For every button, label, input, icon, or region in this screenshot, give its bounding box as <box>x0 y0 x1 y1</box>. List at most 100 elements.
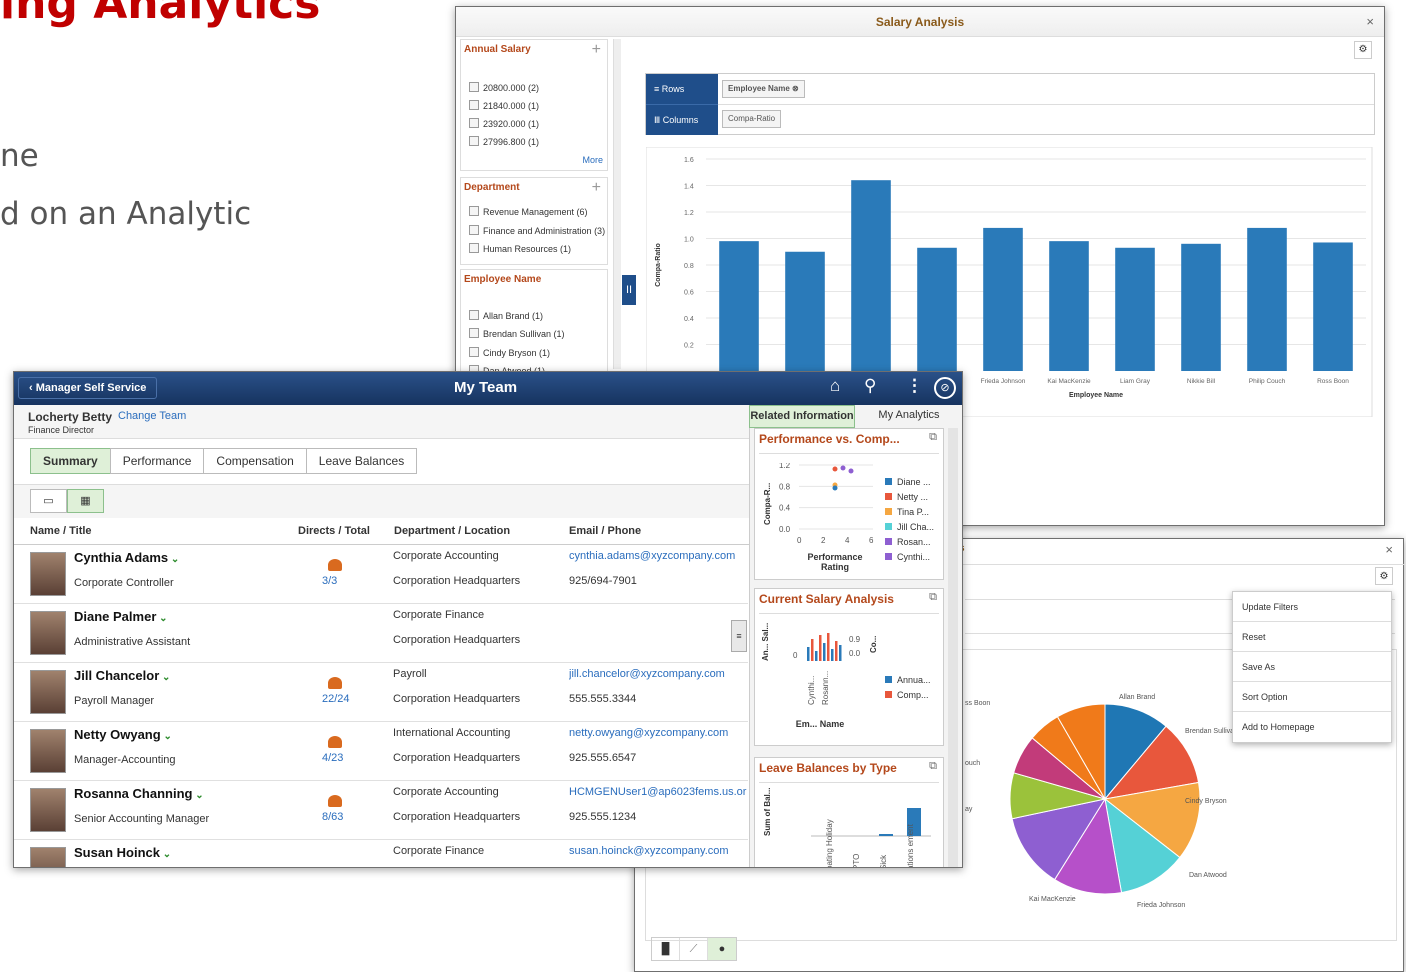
grid-view-icon[interactable]: ▦ <box>67 489 104 513</box>
email-link[interactable]: HCMGENUser1@ap6023fems.us.or <box>569 786 749 798</box>
add-icon[interactable]: + <box>592 41 601 59</box>
email-link[interactable]: netty.owyang@xyzcompany.com <box>569 727 749 739</box>
bar <box>917 247 957 371</box>
close-icon[interactable]: × <box>1366 7 1374 37</box>
back-button[interactable]: ‹ Manager Self Service <box>18 377 158 399</box>
facet-option[interactable]: Cindy Bryson (1) <box>469 347 550 358</box>
employee-name[interactable]: Susan Hoinck <box>74 845 171 860</box>
email-link[interactable]: cynthia.adams@xyzcompany.com <box>569 550 749 562</box>
employee-name[interactable]: Cynthia Adams <box>74 550 179 565</box>
menu-reset[interactable]: Reset <box>1233 622 1391 652</box>
directs-count[interactable]: 8/63 <box>322 811 343 823</box>
tab-summary[interactable]: Summary <box>30 448 111 474</box>
facet-header[interactable]: Employee Name <box>464 274 541 285</box>
line-chart-icon[interactable]: ⟋ <box>680 938 708 960</box>
expand-icon[interactable]: ⧉ <box>929 760 937 773</box>
tab-my-analytics[interactable]: My Analytics <box>855 405 962 428</box>
change-team-link[interactable]: Change Team <box>118 410 186 422</box>
facet-option[interactable]: 21840.000 (1) <box>469 100 539 111</box>
tile-leave-balances-by-type[interactable]: Leave Balances by Type ⧉ Sum of Bal... o… <box>754 757 944 867</box>
more-link[interactable]: More <box>582 155 603 165</box>
employee-name[interactable]: Diane Palmer <box>74 609 168 624</box>
menu-save-as[interactable]: Save As <box>1233 652 1391 682</box>
menu-add-to-homepage[interactable]: Add to Homepage <box>1233 712 1391 742</box>
facet-option[interactable]: 27996.800 (1) <box>469 136 539 147</box>
tab-performance[interactable]: Performance <box>109 448 205 474</box>
table-row[interactable]: Cynthia Adams Corporate Controller 3/3 Corp… <box>14 545 748 604</box>
pie-chart-icon[interactable]: ● <box>708 938 736 960</box>
pie-label: ouch <box>965 760 980 767</box>
menu-sort-option[interactable]: Sort Option <box>1233 682 1391 712</box>
directs-count[interactable]: 3/3 <box>322 575 337 587</box>
gear-icon[interactable]: ⚙ <box>1354 41 1372 59</box>
facet-option[interactable]: 20800.000 (2) <box>469 82 539 93</box>
tile-current-salary-analysis[interactable]: Current Salary Analysis ⧉ An... Sal... 0… <box>754 588 944 746</box>
col-name[interactable]: Name / Title <box>30 525 92 537</box>
table-row[interactable]: Netty Owyang Manager-Accounting 4/23 Intern… <box>14 722 748 781</box>
facet-header[interactable]: Annual Salary <box>464 44 531 55</box>
table-row[interactable]: Diane Palmer Administrative Assistant Corp… <box>14 604 748 663</box>
employee-name[interactable]: Netty Owyang <box>74 727 172 742</box>
col-department[interactable]: Department / Location <box>394 525 510 537</box>
avatar[interactable] <box>30 670 66 714</box>
facet-option[interactable]: Allan Brand (1) <box>469 310 543 321</box>
actions-menu-icon[interactable]: ⋮ <box>906 376 923 396</box>
add-icon[interactable]: + <box>592 179 601 197</box>
table-row[interactable]: Jill Chancelor Payroll Manager 22/24 Payrol… <box>14 663 748 722</box>
legend-item[interactable]: Diane ... <box>885 477 934 492</box>
facet-option[interactable]: Brendan Sullivan (1) <box>469 328 565 339</box>
rows-chip[interactable]: Employee Name ⊗ <box>722 80 805 98</box>
employee-title: Administrative Assistant <box>74 636 191 648</box>
tab-compensation[interactable]: Compensation <box>203 448 307 474</box>
panel-toggle-icon[interactable]: ≡ <box>731 620 747 652</box>
navbar-icon[interactable]: ⊘ <box>934 377 956 399</box>
table-row[interactable]: Susan Hoinck Corporate Finance susan.hoinc… <box>14 840 749 867</box>
gear-icon[interactable]: ⚙ <box>1375 567 1393 585</box>
facet-option[interactable]: 23920.000 (1) <box>469 118 539 129</box>
tab-leave-balances[interactable]: Leave Balances <box>305 448 418 474</box>
avatar[interactable] <box>30 847 66 867</box>
tile-performance-vs-comp[interactable]: Performance vs. Comp... ⧉ Compa-R... 1.2… <box>754 428 944 580</box>
expand-icon[interactable]: ⧉ <box>929 591 937 604</box>
legend-item[interactable]: Netty ... <box>885 492 934 507</box>
directs-count[interactable]: 22/24 <box>322 693 350 705</box>
col-directs[interactable]: Directs / Total <box>298 525 370 537</box>
employee-name[interactable]: Jill Chancelor <box>74 668 170 683</box>
legend-item[interactable]: Tina P... <box>885 507 934 522</box>
bar-chart-icon[interactable]: ▐▌ <box>652 938 680 960</box>
search-icon[interactable]: ⚲ <box>864 376 876 396</box>
panel-scrollbar[interactable] <box>948 428 958 867</box>
facet-option[interactable]: Human Resources (1) <box>469 243 571 254</box>
avatar[interactable] <box>30 729 66 773</box>
table-row[interactable]: Rosanna Channing Senior Accounting Manage… <box>14 781 748 840</box>
tab-related-information[interactable]: Related Information <box>749 405 855 428</box>
col-email[interactable]: Email / Phone <box>569 525 641 537</box>
legend-item[interactable]: Jill Cha... <box>885 522 934 537</box>
legend-item[interactable]: Comp... <box>885 690 931 705</box>
employee-name[interactable]: Rosanna Channing <box>74 786 204 801</box>
page-title: My Team <box>454 379 518 396</box>
department: Corporate Finance <box>393 845 485 857</box>
card-view-icon[interactable]: ▭ <box>30 489 67 513</box>
legend-item[interactable]: Cynthi... <box>885 552 934 567</box>
collapse-panel-button[interactable]: II <box>622 275 636 305</box>
legend-item[interactable]: Rosan... <box>885 537 934 552</box>
avatar[interactable] <box>30 552 66 596</box>
legend-item[interactable]: Annua... <box>885 675 931 690</box>
facet-header[interactable]: Department <box>464 182 520 193</box>
expand-icon[interactable]: ⧉ <box>929 431 937 444</box>
close-icon[interactable]: × <box>1385 539 1393 561</box>
home-icon[interactable]: ⌂ <box>830 376 840 396</box>
menu-update-filters[interactable]: Update Filters <box>1233 592 1391 622</box>
facet-option[interactable]: Finance and Administration (3) <box>469 225 605 236</box>
columns-chip[interactable]: Compa-Ratio <box>722 110 782 128</box>
y-tick-label: 1.2 <box>779 463 791 470</box>
facet-scrollbar[interactable] <box>613 39 621 369</box>
facet-option[interactable]: Revenue Management (6) <box>469 206 588 217</box>
directs-count[interactable]: 4/23 <box>322 752 343 764</box>
y-tick: 0 <box>793 651 798 660</box>
email-link[interactable]: susan.hoinck@xyzcompany.com <box>569 845 749 857</box>
avatar[interactable] <box>30 611 66 655</box>
email-link[interactable]: jill.chancelor@xyzcompany.com <box>569 668 749 680</box>
avatar[interactable] <box>30 788 66 832</box>
